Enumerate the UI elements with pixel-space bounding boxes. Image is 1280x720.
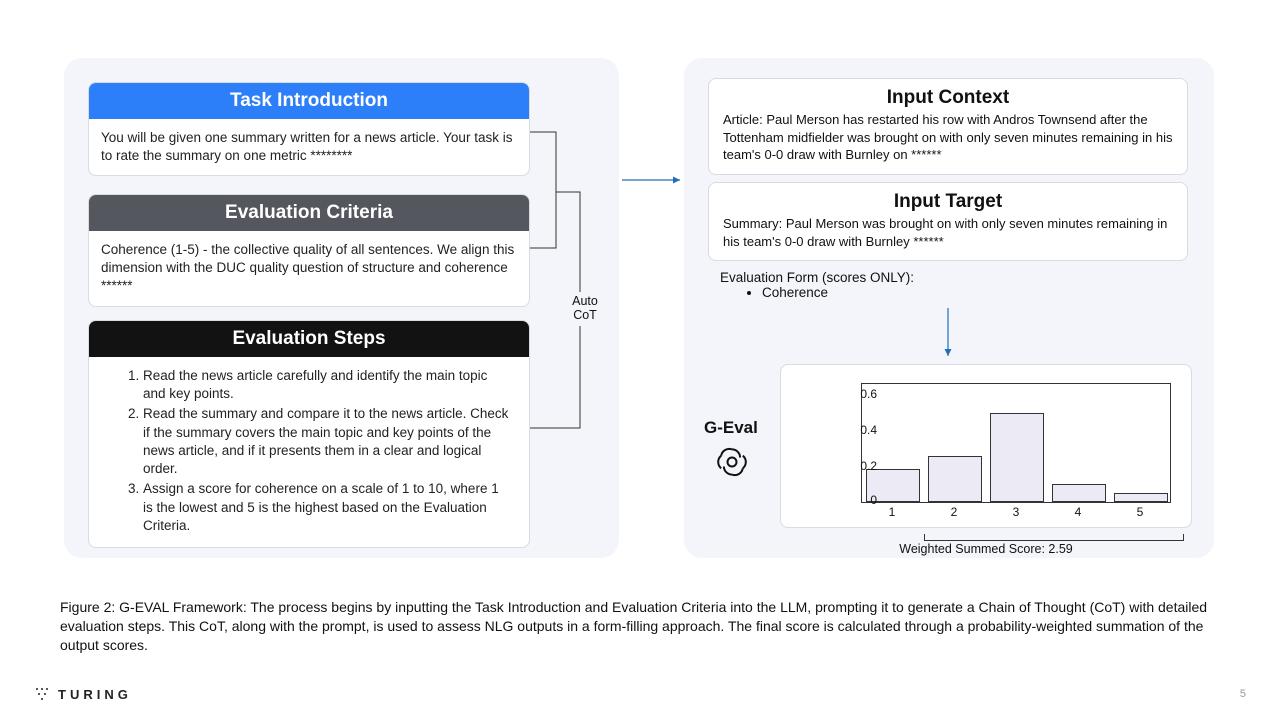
chart-bar — [1114, 493, 1167, 502]
chart-bar — [990, 413, 1043, 502]
list-item: Read the news article carefully and iden… — [143, 367, 517, 403]
task-introduction-header: Task Introduction — [89, 83, 529, 119]
chart-bar — [928, 456, 981, 502]
chart-xtick: 3 — [1006, 505, 1026, 519]
chart-ytick: 0.2 — [841, 459, 877, 473]
list-item: Coherence — [762, 285, 1180, 300]
page-number: 5 — [1240, 688, 1246, 700]
chart-xtick: 5 — [1130, 505, 1150, 519]
input-target-card: Input Target Summary: Paul Merson was br… — [708, 182, 1188, 261]
input-context-card: Input Context Article: Paul Merson has r… — [708, 78, 1188, 175]
auto-cot-label: Auto CoT — [562, 294, 608, 323]
brand-text: TURING — [58, 687, 132, 702]
turing-logo: TURING — [34, 686, 132, 702]
auto-cot-line1: Auto — [572, 294, 598, 308]
input-context-text: Article: Paul Merson has restarted his r… — [723, 111, 1173, 164]
chart-ytick: 0.4 — [841, 423, 877, 437]
logo-dots-icon — [34, 686, 50, 702]
evaluation-form-list: Coherence — [720, 285, 1180, 300]
evaluation-criteria-header: Evaluation Criteria — [89, 195, 529, 231]
evaluation-criteria-body: Coherence (1-5) - the collective quality… — [89, 231, 529, 306]
chart-bar — [1052, 484, 1105, 502]
chart-ytick: 0 — [841, 493, 877, 507]
list-item: Assign a score for coherence on a scale … — [143, 480, 517, 535]
left-panel: Task Introduction You will be given one … — [64, 58, 619, 558]
input-target-text: Summary: Paul Merson was brought on with… — [723, 215, 1173, 250]
task-introduction-card: Task Introduction You will be given one … — [88, 82, 530, 176]
openai-icon — [714, 444, 750, 480]
g-eval-label: G-Eval — [704, 418, 758, 438]
right-panel: Input Context Article: Paul Merson has r… — [684, 58, 1214, 558]
chart-ytick: 0.6 — [841, 387, 877, 401]
task-introduction-body: You will be given one summary written fo… — [89, 119, 529, 175]
chart-xtick: 1 — [882, 505, 902, 519]
evaluation-form: Evaluation Form (scores ONLY): Coherence — [720, 270, 1180, 300]
evaluation-steps-list: Read the news article carefully and iden… — [101, 367, 517, 535]
evaluation-steps-card: Evaluation Steps Read the news article c… — [88, 320, 530, 548]
evaluation-steps-header: Evaluation Steps — [89, 321, 529, 357]
score-distribution-chart: 0 0.2 0.4 0.6 1 2 3 4 5 — [780, 364, 1192, 528]
list-item: Read the summary and compare it to the n… — [143, 405, 517, 478]
chart-plot-area — [861, 383, 1171, 503]
input-target-title: Input Target — [723, 191, 1173, 213]
chart-caption: Weighted Summed Score: 2.59 — [780, 542, 1192, 556]
chart-xtick: 2 — [944, 505, 964, 519]
auto-cot-line2: CoT — [573, 308, 597, 322]
bracket-icon — [924, 534, 1184, 541]
input-context-title: Input Context — [723, 87, 1173, 109]
figure-caption: Figure 2: G-EVAL Framework: The process … — [60, 598, 1230, 655]
chart-xtick: 4 — [1068, 505, 1088, 519]
evaluation-form-label: Evaluation Form (scores ONLY): — [720, 270, 1180, 285]
evaluation-criteria-card: Evaluation Criteria Coherence (1-5) - th… — [88, 194, 530, 307]
evaluation-steps-body: Read the news article carefully and iden… — [89, 357, 529, 547]
